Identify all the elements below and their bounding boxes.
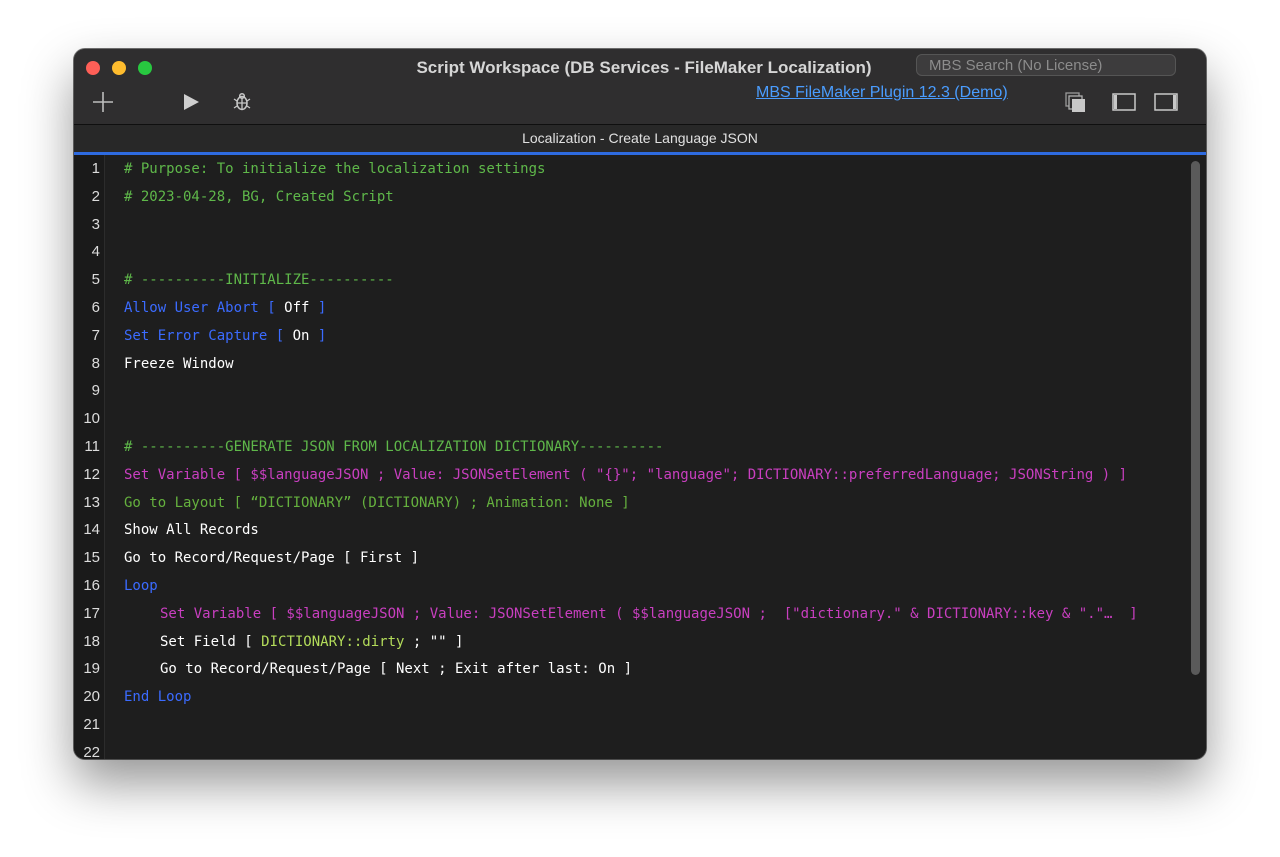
line-number: 9 xyxy=(91,382,100,400)
line-number: 14 xyxy=(83,521,100,539)
script-token: Set Error Capture [ xyxy=(124,327,293,344)
mbs-search-field[interactable]: MBS Search (No License) xyxy=(916,54,1176,76)
script-token: DICTIONARY::dirty xyxy=(261,633,405,650)
line-number: 6 xyxy=(91,299,100,316)
line-number: 17 xyxy=(83,604,100,622)
line-number: 2 xyxy=(91,187,100,205)
script-token: Show All Records xyxy=(124,522,259,539)
script-token: Go to Layout [ “DICTIONARY” (DICTIONARY)… xyxy=(124,494,630,511)
script-step-line[interactable]: Set Variable [ $$languageJSON ; Value: J… xyxy=(124,467,1127,483)
line-number: 5 xyxy=(91,271,100,289)
line-number: 8 xyxy=(91,354,100,372)
script-step-line[interactable]: Go to Layout [ “DICTIONARY” (DICTIONARY)… xyxy=(124,495,630,511)
plus-icon[interactable] xyxy=(92,91,114,113)
script-token: ; "" ] xyxy=(404,633,464,650)
script-tab[interactable]: Localization - Create Language JSON xyxy=(74,125,1206,152)
mbs-plugin-link[interactable]: MBS FileMaker Plugin 12.3 (Demo) xyxy=(756,83,1008,103)
script-step-line[interactable]: Show All Records xyxy=(124,522,259,538)
script-step-line[interactable]: End Loop xyxy=(124,689,191,705)
line-number: 13 xyxy=(83,493,100,511)
line-number: 15 xyxy=(83,549,100,567)
script-step-line[interactable]: # ----------INITIALIZE---------- xyxy=(124,272,394,288)
script-step-line[interactable]: # ----------GENERATE JSON FROM LOCALIZAT… xyxy=(124,439,663,455)
script-token: Go to Record/Request/Page [ Next ; Exit … xyxy=(160,661,633,678)
line-number: 16 xyxy=(83,577,100,594)
line-number: 7 xyxy=(91,326,100,344)
line-number-gutter: 1 2 3 4 5 6 7 8 9 10 11 12 13 14 15 16 17 18 19 20 21 22 xyxy=(74,155,105,759)
line-number: 1 xyxy=(91,160,100,177)
vertical-scrollbar[interactable] xyxy=(1191,161,1200,675)
script-token: Allow User Abort [ xyxy=(124,300,285,316)
script-step-line[interactable]: Set Variable [ $$languageJSON ; Value: J… xyxy=(160,606,1138,622)
minimize-window-button[interactable] xyxy=(112,61,126,75)
right-panel-icon[interactable] xyxy=(1154,93,1178,111)
script-token: Freeze Window xyxy=(124,355,234,372)
script-token: # ----------INITIALIZE---------- xyxy=(124,272,394,289)
script-token: Loop xyxy=(124,578,158,594)
script-token: # Purpose: To initialize the localizatio… xyxy=(124,161,546,177)
script-step-line[interactable]: Set Error Capture [ On ] xyxy=(124,328,326,344)
script-token: Go to Record/Request/Page [ First ] xyxy=(124,550,420,567)
script-step-line[interactable]: # 2023-04-28, BG, Created Script xyxy=(124,189,394,205)
left-panel-icon[interactable] xyxy=(1112,93,1136,111)
line-number: 3 xyxy=(91,215,100,233)
line-number: 12 xyxy=(83,465,100,483)
script-step-line[interactable]: Go to Record/Request/Page [ Next ; Exit … xyxy=(160,661,632,677)
script-step-line[interactable]: Go to Record/Request/Page [ First ] xyxy=(124,550,419,566)
script-step-line[interactable]: Freeze Window xyxy=(124,356,234,372)
title-bar: Script Workspace (DB Services - FileMake… xyxy=(74,49,1206,125)
line-number: 20 xyxy=(83,688,100,706)
script-token: Off xyxy=(284,300,310,316)
script-token: Set Variable [ $$languageJSON ; Value: J… xyxy=(124,466,1128,483)
script-step-line[interactable]: Set Field [ DICTIONARY::dirty ; "" ] xyxy=(160,634,463,650)
script-editor[interactable]: 1 2 3 4 5 6 7 8 9 10 11 12 13 14 15 16 17 18 19 20 21 22 # Pu… xyxy=(74,155,1206,759)
script-step-line[interactable]: Loop xyxy=(124,578,158,594)
script-token: ] xyxy=(309,300,327,316)
line-number: 18 xyxy=(83,632,100,650)
line-number: 4 xyxy=(91,243,100,261)
line-number: 21 xyxy=(83,716,100,733)
windows-icon[interactable] xyxy=(1065,92,1087,114)
line-number: 11 xyxy=(84,438,100,455)
line-number: 10 xyxy=(83,410,100,428)
script-tab-title: Localization - Create Language JSON xyxy=(522,130,758,146)
script-step-line[interactable]: Allow User Abort [ Off ] xyxy=(124,300,326,316)
line-number: 22 xyxy=(83,743,100,759)
window-title: Script Workspace (DB Services - FileMake… xyxy=(416,58,872,77)
script-step-line[interactable]: # Purpose: To initialize the localizatio… xyxy=(124,161,545,177)
script-token: ] xyxy=(309,327,327,344)
script-token: End Loop xyxy=(124,689,192,706)
play-icon[interactable] xyxy=(182,93,200,111)
script-token: On xyxy=(292,327,310,344)
close-window-button[interactable] xyxy=(86,61,100,75)
script-workspace-window: Script Workspace (DB Services - FileMake… xyxy=(74,49,1206,759)
script-token: Set Variable [ $$languageJSON ; Value: J… xyxy=(160,605,1138,622)
debug-bug-icon[interactable] xyxy=(233,92,251,112)
zoom-window-button[interactable] xyxy=(138,61,152,75)
script-token: # 2023-04-28, BG, Created Script xyxy=(124,188,394,205)
script-token: # ----------GENERATE JSON FROM LOCALIZAT… xyxy=(124,439,664,455)
script-token: Set Field [ xyxy=(160,633,262,650)
line-number: 19 xyxy=(83,660,100,678)
